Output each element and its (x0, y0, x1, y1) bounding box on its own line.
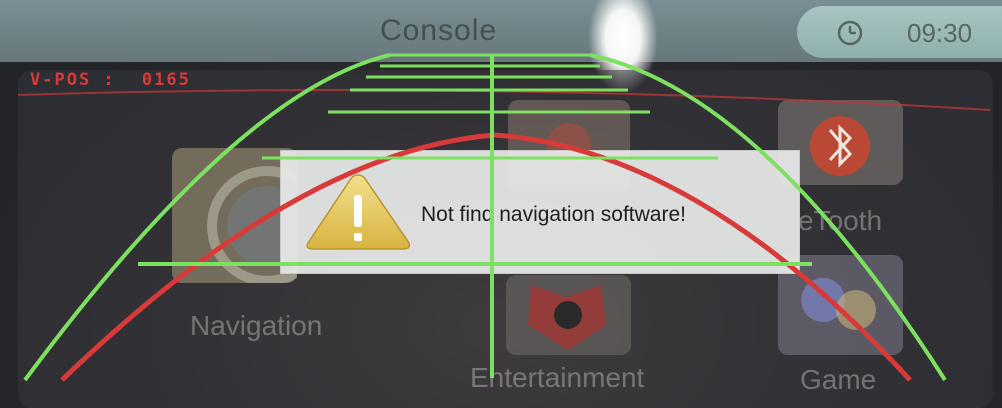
screen: Console 09:30 Navigation Entertainment e… (0, 0, 1002, 408)
red-guide-left (60, 132, 496, 382)
red-guide-right (494, 132, 912, 382)
parking-guide-overlay (17, 53, 991, 382)
green-guide-left (23, 53, 391, 382)
red-curve-top (17, 89, 991, 111)
